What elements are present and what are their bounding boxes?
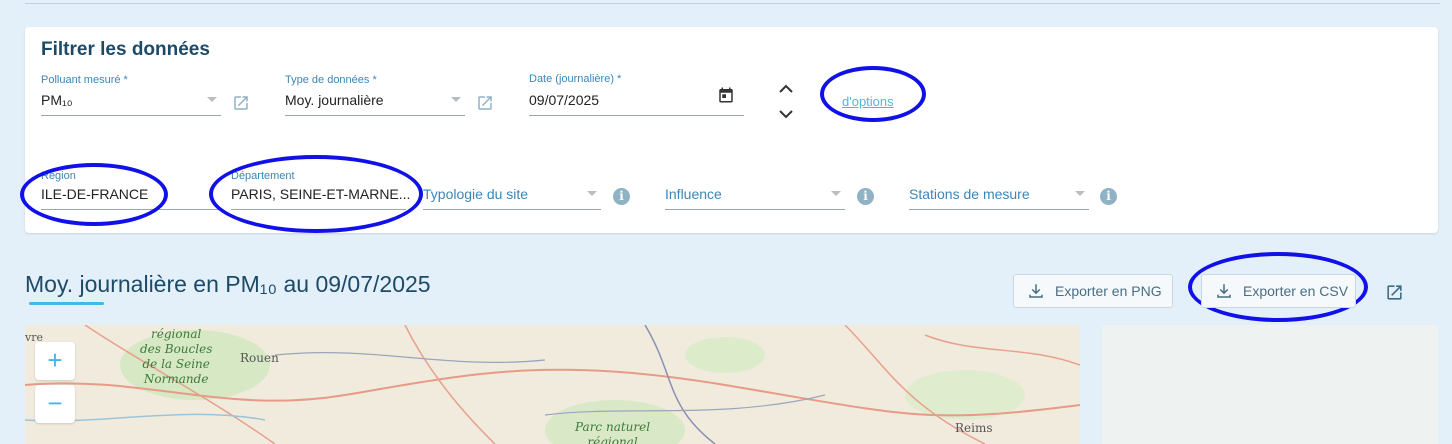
info-icon[interactable]: i xyxy=(613,188,630,205)
filter-title: Filtrer les données xyxy=(41,39,210,60)
options-link[interactable]: d'options xyxy=(842,94,894,109)
map-label-edge: vre xyxy=(25,331,43,344)
info-icon[interactable]: i xyxy=(1100,188,1117,205)
influence-select[interactable]: Influence xyxy=(665,170,845,210)
chevron-down-icon xyxy=(451,97,461,102)
open-in-new-icon[interactable] xyxy=(1385,283,1404,302)
zoom-out-button[interactable]: − xyxy=(35,385,75,423)
top-divider xyxy=(25,3,1440,4)
download-icon xyxy=(1217,284,1231,298)
date-value: 09/07/2025 xyxy=(529,92,600,108)
departement-value: PARIS, SEINE-ET-MARNE... xyxy=(231,186,411,202)
type-donnees-label: Type de données * xyxy=(285,74,377,86)
date-field[interactable]: Date (journalière) * 09/07/2025 xyxy=(529,73,744,116)
type-donnees-select[interactable]: Type de données * Moy. journalière xyxy=(285,74,465,116)
info-icon[interactable]: i xyxy=(857,188,874,205)
filter-card: Filtrer les données Polluant mesuré * PM… xyxy=(25,27,1438,233)
export-png-button[interactable]: Exporter en PNG xyxy=(1013,274,1173,308)
open-in-new-icon[interactable] xyxy=(232,94,250,112)
region-value: ILE-DE-FRANCE xyxy=(41,186,149,202)
side-panel xyxy=(1102,325,1438,444)
calendar-icon[interactable] xyxy=(717,86,735,104)
chevron-down-icon xyxy=(1075,191,1085,196)
polluant-value: PM₁₀ xyxy=(41,92,73,108)
open-in-new-icon[interactable] xyxy=(476,94,494,112)
stations-placeholder: Stations de mesure xyxy=(909,186,1030,202)
region-select[interactable]: Région ILE-DE-FRANCE xyxy=(41,170,221,210)
export-png-label: Exporter en PNG xyxy=(1055,283,1162,299)
map-label-regional: régional des Boucles de la Seine Normand… xyxy=(140,327,213,386)
typologie-select[interactable]: Typologie du site xyxy=(423,170,601,210)
map-view[interactable]: + − vre régional des Boucles de la Seine… xyxy=(25,325,1080,444)
date-label: Date (journalière) * xyxy=(529,73,622,85)
export-csv-button[interactable]: Exporter en CSV xyxy=(1201,274,1356,308)
polluant-label: Polluant mesuré * xyxy=(41,74,128,86)
polluant-select[interactable]: Polluant mesuré * PM₁₀ xyxy=(41,74,221,116)
map-label-rouen: Rouen xyxy=(240,351,279,365)
title-underline xyxy=(29,302,104,305)
typologie-placeholder: Typologie du site xyxy=(423,186,529,202)
chevron-down-icon xyxy=(207,97,217,102)
type-donnees-value: Moy. journalière xyxy=(285,92,384,108)
chevron-up-icon[interactable] xyxy=(778,84,794,94)
influence-placeholder: Influence xyxy=(665,186,722,202)
map-label-reims: Reims xyxy=(955,421,993,435)
region-label: Région xyxy=(41,170,76,182)
chevron-down-icon[interactable] xyxy=(778,109,794,119)
map-label-parc: Parc naturel régional xyxy=(575,420,651,444)
departement-select[interactable]: Département PARIS, SEINE-ET-MARNE... xyxy=(231,170,410,210)
departement-label: Département xyxy=(231,170,295,182)
chevron-down-icon xyxy=(831,191,841,196)
download-icon xyxy=(1029,284,1043,298)
export-csv-label: Exporter en CSV xyxy=(1243,283,1349,299)
page-title: Moy. journalière en PM₁₀ au 09/07/2025 xyxy=(25,271,431,297)
chevron-down-icon xyxy=(587,191,597,196)
zoom-in-button[interactable]: + xyxy=(35,342,75,380)
stations-select[interactable]: Stations de mesure xyxy=(909,170,1089,210)
